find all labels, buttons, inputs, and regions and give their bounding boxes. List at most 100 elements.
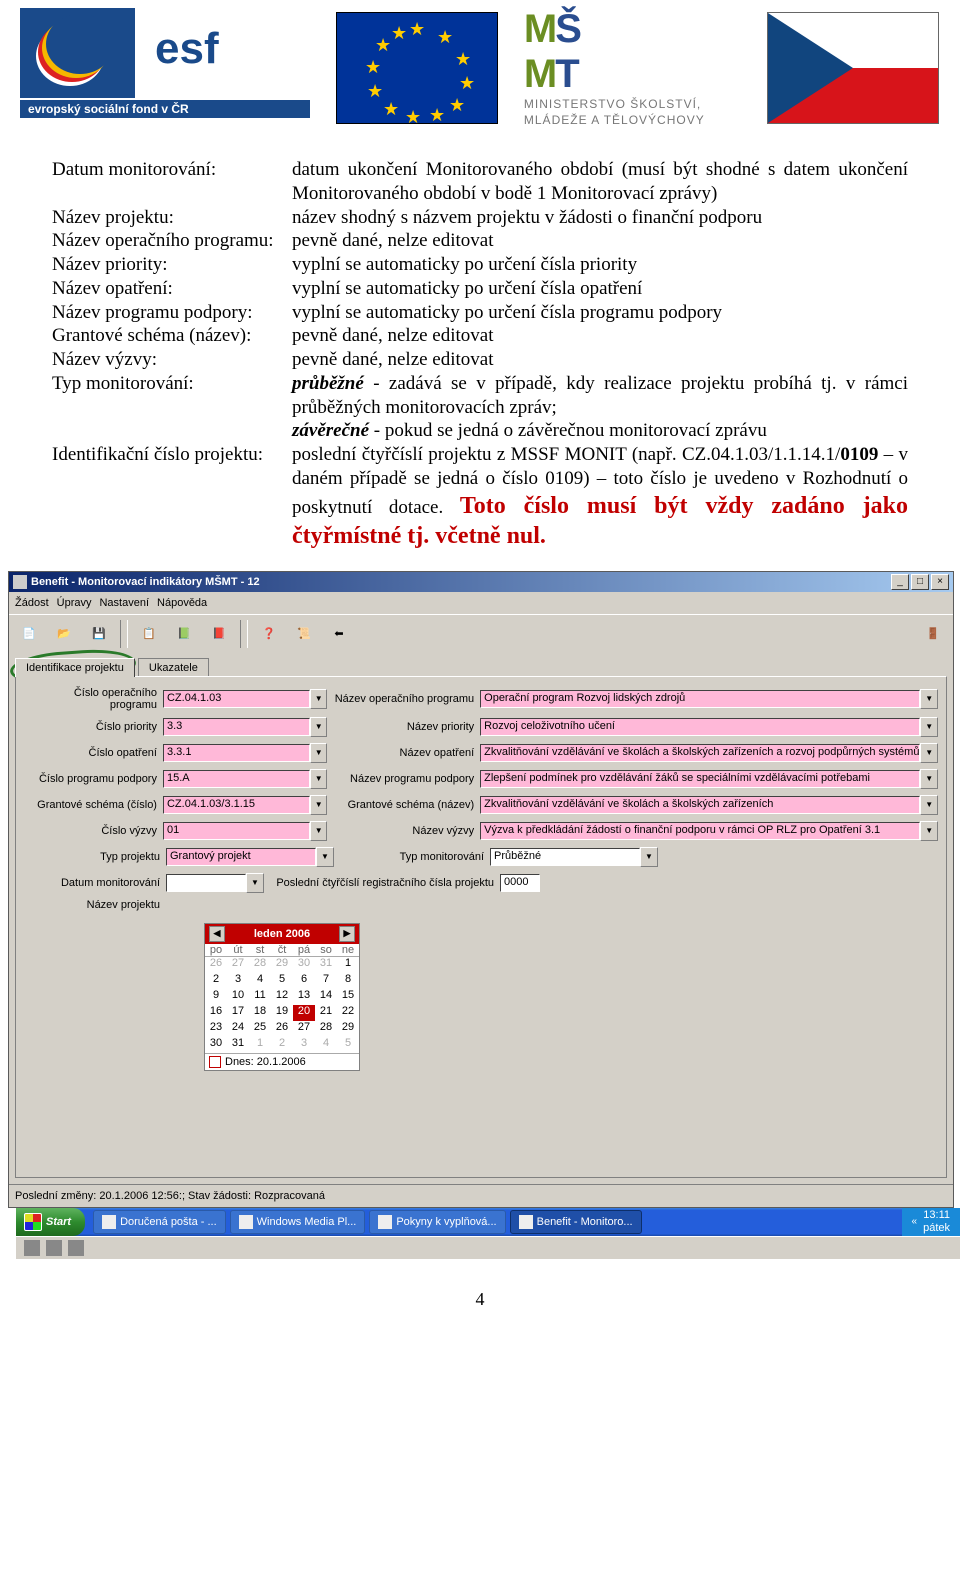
dp-day-cell[interactable]: 30 xyxy=(205,1037,227,1053)
dp-day-cell[interactable]: 13 xyxy=(293,989,315,1005)
tab-ukazatele[interactable]: Ukazatele xyxy=(138,658,209,677)
dp-day-cell[interactable]: 5 xyxy=(271,973,293,989)
dp-day-cell[interactable]: 21 xyxy=(315,1005,337,1021)
dp-day-cell[interactable]: 5 xyxy=(337,1037,359,1053)
dd-cislo-vyz[interactable]: ▼ xyxy=(310,821,328,841)
tb-help-icon[interactable]: ❓ xyxy=(253,618,285,650)
maximize-button[interactable]: □ xyxy=(911,574,929,590)
dp-day-cell[interactable]: 6 xyxy=(293,973,315,989)
ql-icon[interactable] xyxy=(68,1240,84,1256)
tb-back-icon[interactable]: ⬅ xyxy=(323,618,355,650)
dp-prev-icon[interactable]: ◀ xyxy=(209,926,225,942)
fld-nazev-vyz[interactable]: Výzva k předkládání žádostí o finanční p… xyxy=(480,822,920,840)
dd-typ-proj[interactable]: ▼ xyxy=(316,847,334,867)
dp-day-cell[interactable]: 16 xyxy=(205,1005,227,1021)
dp-day-cell[interactable]: 26 xyxy=(271,1021,293,1037)
fld-gs-nazev[interactable]: Zkvalitňování vzdělávání ve školách a šk… xyxy=(480,796,920,814)
dp-day-cell[interactable]: 8 xyxy=(337,973,359,989)
dp-day-cell[interactable]: 29 xyxy=(337,1021,359,1037)
dd-datum-mon[interactable]: ▼ xyxy=(246,873,264,893)
taskbar-item[interactable]: Doručená pošta - ... xyxy=(93,1210,226,1234)
tb-doc-icon[interactable]: 📜 xyxy=(288,618,320,650)
dp-next-icon[interactable]: ▶ xyxy=(339,926,355,942)
menu-nastaveni[interactable]: Nastavení xyxy=(99,597,149,609)
dp-grid[interactable]: 2627282930311234567891011121314151617181… xyxy=(205,957,359,1053)
dp-day-cell[interactable]: 29 xyxy=(271,957,293,973)
system-tray[interactable]: « 13:11 pátek xyxy=(902,1208,960,1236)
dd-cislo-opat[interactable]: ▼ xyxy=(310,743,328,763)
tb-open-icon[interactable]: 📂 xyxy=(48,618,80,650)
tab-identifikace[interactable]: Identifikace projektu xyxy=(15,658,135,677)
fld-cislo-vyz[interactable]: 01 xyxy=(163,822,310,840)
dp-day-cell[interactable]: 27 xyxy=(293,1021,315,1037)
menu-upravy[interactable]: Úpravy xyxy=(57,597,92,609)
dp-day-cell[interactable]: 2 xyxy=(271,1037,293,1053)
dd-cislo-pp[interactable]: ▼ xyxy=(310,769,328,789)
dp-day-cell[interactable]: 23 xyxy=(205,1021,227,1037)
fld-gs-cislo[interactable]: CZ.04.1.03/3.1.15 xyxy=(163,796,310,814)
dd-nazev-op[interactable]: ▼ xyxy=(920,689,938,709)
dp-day-cell[interactable]: 31 xyxy=(315,957,337,973)
dp-day-cell[interactable]: 10 xyxy=(227,989,249,1005)
tb-exit-icon[interactable]: 🚪 xyxy=(917,618,949,650)
dp-day-cell[interactable]: 3 xyxy=(293,1037,315,1053)
dd-nazev-pr[interactable]: ▼ xyxy=(920,717,938,737)
dd-nazev-pp[interactable]: ▼ xyxy=(920,769,938,789)
taskbar-item[interactable]: Windows Media Pl... xyxy=(230,1210,366,1234)
tray-expand-icon[interactable]: « xyxy=(912,1216,918,1227)
fld-datum-mon[interactable] xyxy=(166,874,246,892)
dp-day-cell[interactable]: 25 xyxy=(249,1021,271,1037)
fld-typ-mon[interactable]: Průběžné xyxy=(490,848,640,866)
tb-copy-icon[interactable]: 📋 xyxy=(133,618,165,650)
fld-cislo-pr[interactable]: 3.3 xyxy=(163,718,310,736)
dp-day-cell[interactable]: 31 xyxy=(227,1037,249,1053)
dp-day-cell[interactable]: 1 xyxy=(337,957,359,973)
tb-reject-icon[interactable]: 📕 xyxy=(203,618,235,650)
fld-nazev-op[interactable]: Operační program Rozvoj lidských zdrojů xyxy=(480,690,920,708)
dp-day-cell[interactable]: 7 xyxy=(315,973,337,989)
dp-day-cell[interactable]: 15 xyxy=(337,989,359,1005)
dp-day-cell[interactable]: 24 xyxy=(227,1021,249,1037)
tb-approve-icon[interactable]: 📗 xyxy=(168,618,200,650)
dp-day-cell[interactable]: 30 xyxy=(293,957,315,973)
dp-day-cell[interactable]: 18 xyxy=(249,1005,271,1021)
tb-new-icon[interactable]: 📄 xyxy=(13,618,45,650)
dd-gs-cislo[interactable]: ▼ xyxy=(310,795,328,815)
dd-typ-mon[interactable]: ▼ xyxy=(640,847,658,867)
dp-day-cell[interactable]: 28 xyxy=(249,957,271,973)
dd-cislo-pr[interactable]: ▼ xyxy=(310,717,328,737)
fld-nazev-pp[interactable]: Zlepšení podmínek pro vzdělávání žáků se… xyxy=(480,770,920,788)
menu-zadost[interactable]: Žádost xyxy=(15,597,49,609)
fld-cislo-op[interactable]: CZ.04.1.03 xyxy=(163,690,310,708)
dp-day-cell[interactable]: 12 xyxy=(271,989,293,1005)
dd-cislo-op[interactable]: ▼ xyxy=(310,689,328,709)
close-button[interactable]: × xyxy=(931,574,949,590)
minimize-button[interactable]: _ xyxy=(891,574,909,590)
fld-nazev-opat[interactable]: Zkvalitňování vzdělávání ve školách a šk… xyxy=(480,744,920,762)
dp-day-cell[interactable]: 11 xyxy=(249,989,271,1005)
taskbar-item[interactable]: Pokyny k vyplňová... xyxy=(369,1210,505,1234)
fld-nazev-pr[interactable]: Rozvoj celoživotního učení xyxy=(480,718,920,736)
dp-day-cell[interactable]: 26 xyxy=(205,957,227,973)
dp-day-cell[interactable]: 2 xyxy=(205,973,227,989)
start-button[interactable]: Start xyxy=(16,1208,85,1236)
menu-napoveda[interactable]: Nápověda xyxy=(157,597,207,609)
dp-day-cell[interactable]: 19 xyxy=(271,1005,293,1021)
dd-gs-nazev[interactable]: ▼ xyxy=(920,795,938,815)
dp-day-cell[interactable]: 9 xyxy=(205,989,227,1005)
dp-day-cell[interactable]: 17 xyxy=(227,1005,249,1021)
tb-save-icon[interactable]: 💾 xyxy=(83,618,115,650)
dp-day-cell[interactable]: 22 xyxy=(337,1005,359,1021)
dp-day-cell[interactable]: 4 xyxy=(315,1037,337,1053)
fld-cislo-pp[interactable]: 15.A xyxy=(163,770,310,788)
fld-cislo-opat[interactable]: 3.3.1 xyxy=(163,744,310,762)
date-picker[interactable]: ◀ leden 2006 ▶ poútstčtpásone 2627282930… xyxy=(204,923,360,1071)
ql-icon[interactable] xyxy=(24,1240,40,1256)
dp-day-cell[interactable]: 14 xyxy=(315,989,337,1005)
dp-day-cell[interactable]: 1 xyxy=(249,1037,271,1053)
dp-day-cell[interactable]: 28 xyxy=(315,1021,337,1037)
dp-today-label[interactable]: Dnes: 20.1.2006 xyxy=(225,1056,306,1068)
dd-nazev-opat[interactable]: ▼ xyxy=(920,743,938,763)
dp-day-cell[interactable]: 27 xyxy=(227,957,249,973)
fld-reg-cislo[interactable]: 0000 xyxy=(500,874,540,892)
